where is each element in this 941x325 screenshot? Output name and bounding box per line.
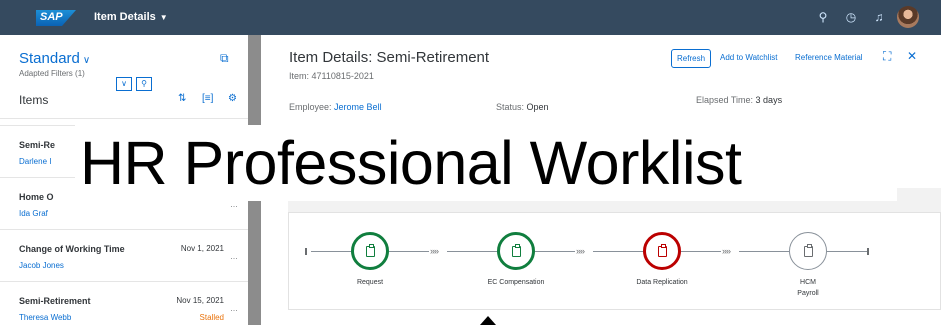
items-title: Items: [19, 93, 49, 107]
chevron-down-icon: ▼: [159, 13, 168, 22]
collapse-header-button[interactable]: ∨: [116, 77, 132, 91]
elapsed-time-attribute: Elapsed Time: 3 days: [696, 95, 782, 105]
item-id: Item: 47110815-2021: [289, 71, 374, 81]
item-title: Semi-Re: [19, 140, 56, 150]
flow-connector: [447, 251, 497, 252]
employee-label: Employee:: [289, 102, 332, 112]
sap-logo[interactable]: SAP: [36, 10, 76, 26]
item-date: Nov 15, 2021: [176, 296, 224, 305]
mouse-cursor: [480, 316, 496, 325]
list-item[interactable]: Change of Working Time Nov 1, 2021 Jacob…: [0, 229, 248, 281]
employee-link[interactable]: Jerome Bell: [334, 102, 382, 112]
app-title-menu[interactable]: Item Details ▼: [94, 11, 168, 23]
flow-connector: [593, 251, 643, 252]
process-flow-card: Request »» EC Compensation »» Data Repli…: [288, 212, 941, 310]
flow-chevrons-icon: »»: [576, 246, 585, 256]
share-icon[interactable]: ⧉: [220, 51, 229, 66]
settings-icon[interactable]: ⚙: [228, 93, 237, 104]
flow-chevrons-icon: »»: [430, 246, 439, 256]
elapsed-time-label: Elapsed Time:: [696, 95, 754, 105]
flow-connector: [827, 251, 867, 252]
flow-chevrons-icon: »»: [722, 246, 731, 256]
group-icon[interactable]: [≡]: [202, 93, 213, 104]
refresh-button[interactable]: Refresh: [671, 49, 712, 68]
close-icon[interactable]: ✕: [907, 49, 917, 63]
process-step-data-replication[interactable]: [643, 232, 681, 270]
item-title: Semi-Retirement: [19, 296, 91, 306]
clipboard-icon: [511, 243, 521, 257]
step-label: EC Compensation: [487, 279, 545, 286]
step-label: Request: [356, 279, 384, 286]
elapsed-time-value: 3 days: [755, 95, 783, 105]
status-badge: Stalled: [199, 313, 224, 322]
item-person[interactable]: Jacob Jones: [19, 261, 64, 270]
page-title: Item Details: Semi-Retirement: [289, 49, 490, 66]
shell-bar: SAP Item Details ▼ ⚲ ◷ ♫: [0, 0, 941, 35]
search-icon[interactable]: ⚲: [815, 9, 831, 25]
app-title: Item Details: [94, 11, 156, 23]
clipboard-icon: [365, 243, 375, 257]
flow-connector: [311, 251, 351, 252]
reference-material-button[interactable]: Reference Material: [795, 53, 863, 62]
add-to-watchlist-button[interactable]: Add to Watchlist: [720, 53, 778, 62]
sap-logo-text: SAP: [40, 11, 63, 23]
list-item[interactable]: Semi-Retirement Nov 15, 2021 Theresa Web…: [0, 281, 248, 325]
items-divider: [0, 118, 248, 119]
item-title: Change of Working Time: [19, 244, 125, 254]
process-flow-panel: Request »» EC Compensation »» Data Repli…: [288, 188, 941, 310]
flow-end-marker: [867, 248, 869, 255]
step-label: HCM: [800, 279, 816, 286]
sort-icon[interactable]: ⇅: [178, 93, 186, 104]
flow-connector: [739, 251, 789, 252]
step-label: Data Replication: [636, 279, 688, 286]
flow-connector: [389, 251, 429, 252]
clipboard-icon: [657, 243, 667, 257]
process-step-ec-compensation[interactable]: [497, 232, 535, 270]
flow-start-marker: [305, 248, 307, 255]
process-step-request[interactable]: [351, 232, 389, 270]
variant-label: Standard: [19, 50, 80, 67]
status-value: Open: [526, 102, 549, 112]
flow-connector: [681, 251, 721, 252]
bell-icon[interactable]: ♫: [871, 9, 887, 25]
adapted-filters-text: Adapted Filters (1): [19, 69, 85, 78]
step-label-secondary: Payroll: [797, 290, 819, 297]
item-person[interactable]: Darlene I: [19, 157, 51, 166]
more-icon[interactable]: …: [230, 304, 238, 313]
chevron-down-icon: ∨: [82, 55, 91, 66]
process-step-hcm-payroll[interactable]: [789, 232, 827, 270]
item-person[interactable]: Ida Graf: [19, 209, 48, 218]
employee-attribute: Employee: Jerome Bell: [289, 102, 382, 112]
fullscreen-icon[interactable]: ⛶: [883, 49, 891, 64]
status-label: Status:: [496, 102, 525, 112]
user-avatar[interactable]: [897, 6, 919, 28]
item-date: Nov 1, 2021: [180, 244, 224, 253]
history-icon[interactable]: ◷: [843, 9, 859, 25]
clipboard-icon: [803, 243, 813, 257]
status-attribute: Status: Open: [496, 102, 549, 112]
variant-selector[interactable]: Standard ∨: [19, 50, 90, 67]
title-overlay: HR Professional Worklist: [75, 125, 897, 201]
flow-connector: [535, 251, 575, 252]
overlay-title: HR Professional Worklist: [80, 129, 742, 197]
item-person[interactable]: Theresa Webb: [19, 313, 71, 322]
more-icon[interactable]: …: [230, 200, 238, 209]
item-title: Home O: [19, 192, 54, 202]
more-icon[interactable]: …: [230, 252, 238, 261]
pin-header-button[interactable]: ⚲: [136, 77, 152, 91]
